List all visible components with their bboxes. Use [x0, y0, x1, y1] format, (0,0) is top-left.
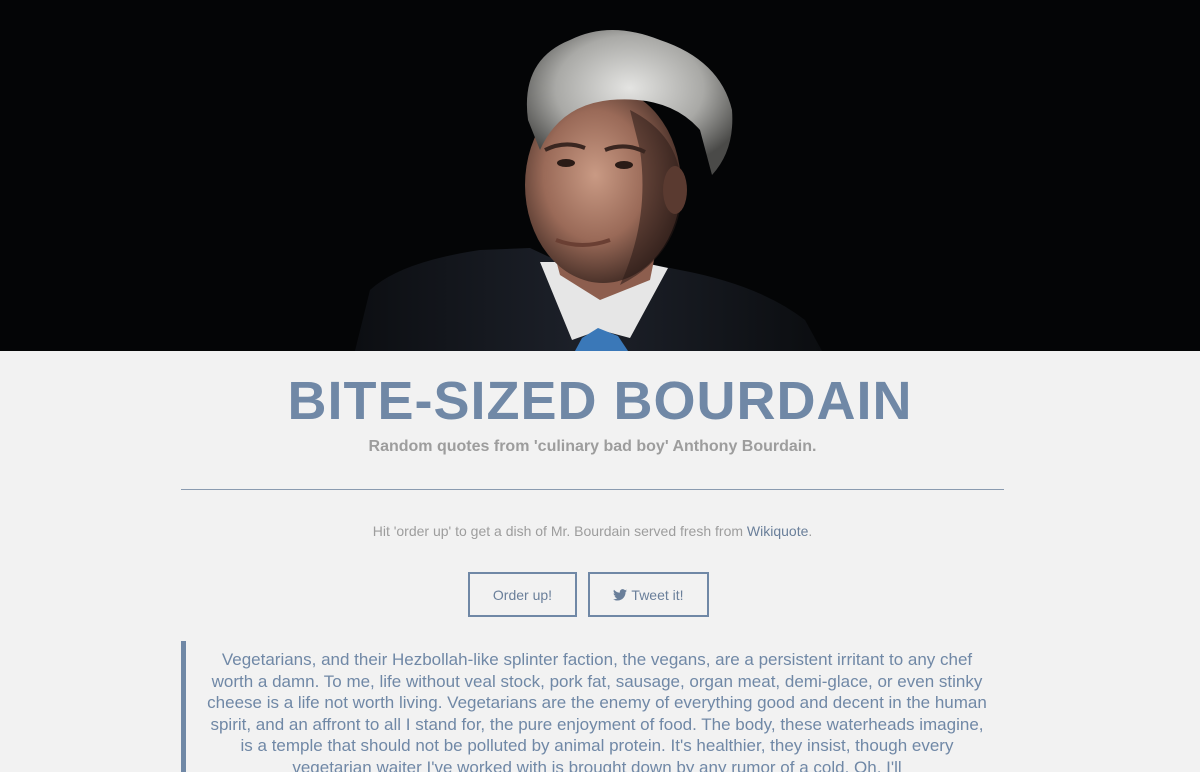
wikiquote-link[interactable]: Wikiquote — [747, 523, 808, 539]
order-up-label: Order up! — [492, 586, 553, 603]
intro-text: Hit 'order up' to get a dish of Mr. Bour… — [0, 523, 1185, 539]
intro-text-before: Hit 'order up' to get a dish of Mr. Bour… — [372, 523, 747, 539]
order-up-button[interactable]: Order up! — [468, 572, 577, 617]
intro-text-after: . — [808, 523, 813, 539]
hero-banner — [0, 0, 1200, 351]
quote-text: Vegetarians, and their Hezbollah-like sp… — [207, 650, 987, 772]
tweet-it-button[interactable]: Tweet it! — [588, 572, 709, 617]
page-title: BITE-SIZED BOURDAIN — [287, 371, 913, 431]
divider — [181, 489, 1004, 490]
quote-block: Vegetarians, and their Hezbollah-like sp… — [181, 641, 1004, 772]
main-content: BITE-SIZED BOURDAIN Random quotes from '… — [0, 351, 1200, 772]
tweet-it-label: Tweet it! — [631, 586, 684, 603]
twitter-bird-icon — [613, 588, 628, 601]
page-subtitle: Random quotes from 'culinary bad boy' An… — [368, 438, 817, 455]
portrait-photo — [0, 0, 1200, 351]
